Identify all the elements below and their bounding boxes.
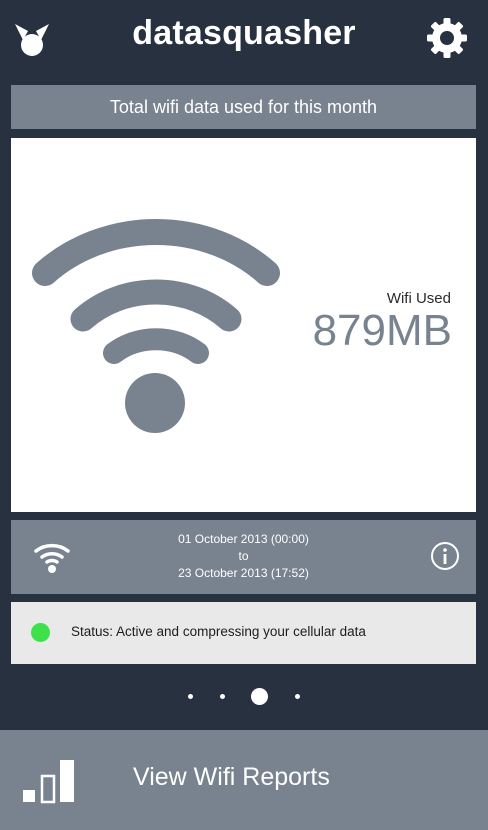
bar-chart-icon [22, 758, 76, 804]
status-text: Status: Active and compressing your cell… [71, 624, 366, 639]
wifi-icon [31, 218, 281, 433]
app-title: datasquasher [132, 14, 356, 52]
app-header: datasquasher [0, 0, 488, 76]
status-bar: Status: Active and compressing your cell… [11, 602, 476, 664]
view-wifi-reports-button[interactable]: View Wifi Reports [0, 730, 488, 830]
date-separator: to [238, 549, 249, 563]
gear-icon[interactable] [426, 17, 468, 59]
page-dot[interactable] [219, 694, 225, 700]
info-icon[interactable] [430, 541, 460, 571]
usage-card: Wifi Used 879MB [11, 138, 476, 512]
wifi-used-value: 879MB [312, 306, 452, 355]
page-dot-active[interactable] [251, 688, 269, 706]
end-date: 23 October 2013 (17:52) [178, 566, 309, 580]
date-range-text: 01 October 2013 (00:00) to 23 October 20… [11, 531, 476, 582]
page-dot[interactable] [294, 694, 300, 700]
page-dot[interactable] [188, 694, 194, 700]
page-indicator[interactable] [0, 688, 488, 712]
view-wifi-reports-label: View Wifi Reports [133, 763, 330, 791]
wifi-used-label: Wifi Used [386, 290, 451, 307]
date-range-bar: 01 October 2013 (00:00) to 23 October 20… [11, 520, 476, 594]
start-date: 01 October 2013 (00:00) [178, 532, 309, 546]
monthly-usage-banner: Total wifi data used for this month [11, 85, 476, 129]
status-indicator-icon [31, 623, 50, 642]
